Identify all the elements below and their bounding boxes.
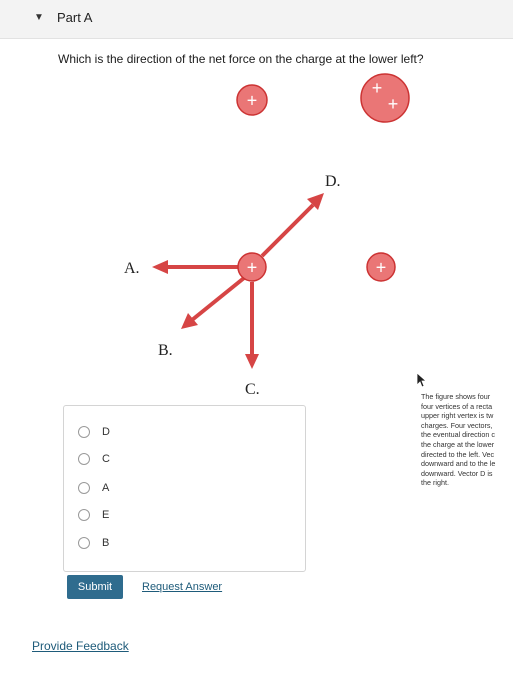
radio-button[interactable] (78, 537, 90, 549)
radio-button[interactable] (78, 509, 90, 521)
part-header[interactable]: ▼ Part A (0, 0, 513, 39)
charge-lower-left: + (237, 252, 267, 282)
mouse-cursor-icon (416, 372, 428, 388)
option-b[interactable]: B (78, 535, 109, 551)
vector-a-arrow (152, 260, 238, 274)
figure-description-panel: The figure shows four four vertices of a… (413, 389, 513, 501)
option-label: E (102, 509, 110, 521)
provide-feedback-link[interactable]: Provide Feedback (32, 639, 129, 653)
vector-c-label: C. (245, 381, 260, 398)
answer-options: D C A E B (63, 405, 306, 572)
vector-b-label: B. (158, 342, 173, 359)
description-line: four vertices of a recta (421, 401, 493, 411)
description-line: The figure shows four (421, 392, 491, 401)
option-label: D (102, 426, 110, 438)
vector-d-arrow (260, 193, 324, 258)
option-e[interactable]: E (78, 507, 109, 523)
description-line: directed to the left. Vec (421, 449, 495, 459)
description-line: the right. (421, 478, 449, 488)
charge-top-right-symbol-1: + (372, 78, 383, 98)
radio-button[interactable] (78, 426, 90, 438)
radio-button[interactable] (78, 453, 90, 465)
vector-d-label: D. (325, 173, 341, 190)
charge-lower-left-symbol: + (247, 258, 258, 278)
request-answer-link[interactable]: Request Answer (142, 581, 222, 593)
description-line: charges. Four vectors, (421, 420, 493, 430)
question-text: Which is the direction of the net force … (58, 52, 424, 66)
option-c[interactable]: C (78, 451, 110, 467)
option-label: B (102, 537, 110, 549)
charge-top-middle: + (236, 84, 268, 116)
charge-top-right: + + (360, 73, 410, 123)
radio-button[interactable] (78, 482, 90, 494)
part-title: Part A (57, 10, 93, 25)
vector-c-arrow (245, 282, 259, 369)
charge-top-right-symbol-2: + (388, 94, 399, 114)
option-a[interactable]: A (78, 480, 109, 496)
option-label: C (102, 453, 110, 465)
submit-button[interactable]: Submit (67, 575, 123, 599)
vector-a-label: A. (124, 260, 140, 277)
charge-diagram: + + + + + A. B. C. D. (124, 73, 410, 398)
option-d[interactable]: D (78, 424, 110, 440)
charge-lower-right-symbol: + (376, 258, 387, 278)
vector-b-arrow (181, 276, 246, 329)
description-line: upper right vertex is tw (421, 411, 494, 421)
description-line: downward and to the le (421, 459, 496, 469)
description-line: the eventual direction c (421, 430, 495, 440)
charge-top-middle-symbol: + (247, 91, 258, 111)
triangle-down-icon[interactable]: ▼ (34, 12, 44, 23)
charge-lower-right: + (366, 252, 396, 282)
description-line: downward. Vector D is (421, 468, 493, 478)
figure-description-text: The figure shows four four vertices of a… (421, 392, 513, 488)
option-label: A (102, 482, 110, 494)
description-line: the charge at the lower (421, 439, 495, 449)
